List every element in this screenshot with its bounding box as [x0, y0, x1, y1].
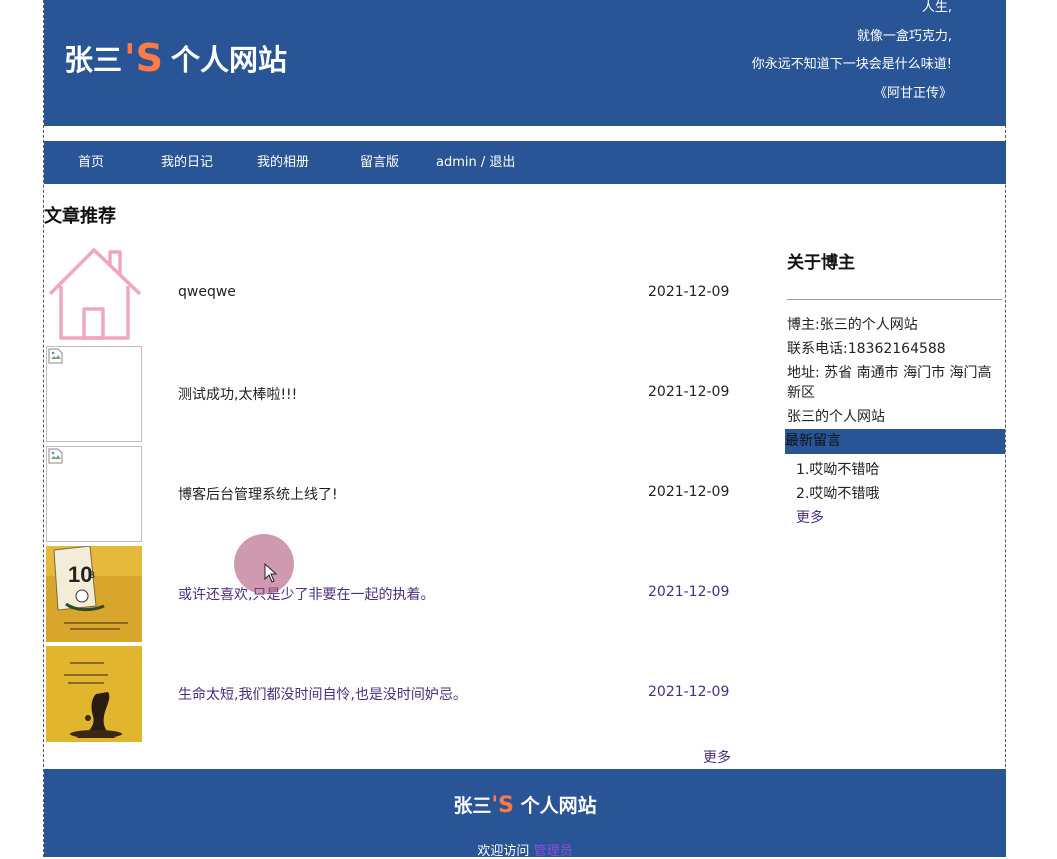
- article-date: 2021-12-09: [648, 384, 730, 400]
- footer-logo: 张三'S 个人网站: [44, 791, 1006, 818]
- article-title[interactable]: 或许还喜欢,只是少了非要在一起的执着。: [178, 584, 434, 604]
- article-date: 2021-12-09: [648, 284, 730, 300]
- article-title[interactable]: qweqwe: [178, 284, 236, 300]
- house-icon[interactable]: [46, 246, 142, 342]
- header-banner: 张三'S 个人网站 人生, 就像一盒巧克力, 你永远不知道下一块会是什么味道! 《…: [44, 0, 1006, 126]
- nav-home[interactable]: 首页: [78, 141, 104, 184]
- main-nav: 首页 我的日记 我的相册 留言版 admin / 退出: [44, 141, 1006, 184]
- site-name-info: 张三的个人网站: [787, 409, 885, 425]
- article-date: 2021-12-09: [648, 684, 730, 700]
- about-title: 关于博主: [787, 253, 855, 273]
- section-title-articles: 文章推荐: [44, 206, 116, 227]
- blogger-info: 博主:张三的个人网站: [787, 317, 918, 333]
- message-item[interactable]: 2.哎呦不错哦: [796, 483, 879, 503]
- mouse-pointer-icon: [264, 563, 278, 583]
- quote-line: 就像一盒巧克力,: [856, 28, 952, 44]
- phone-info: 联系电话:18362164588: [787, 341, 946, 357]
- article-title[interactable]: 测试成功,太棒啦!!!: [178, 384, 297, 404]
- article-row: 10 B 或许还喜欢,只是少了非要在一起的执着。 2021-12-09: [46, 545, 746, 642]
- photo-book-cover[interactable]: 10 B: [46, 545, 142, 642]
- article-row: 测试成功,太棒啦!!! 2021-12-09: [46, 346, 746, 442]
- nav-admin-logout[interactable]: admin / 退出: [436, 141, 515, 184]
- logo-apostrophe: 'S: [124, 36, 164, 80]
- latest-messages-header: 最新留言: [785, 429, 1005, 454]
- articles-more-link[interactable]: 更多: [703, 747, 731, 767]
- quote-line: 《阿甘正传》: [873, 85, 952, 101]
- footer-logo-rest: 个人网站: [520, 795, 597, 817]
- message-item[interactable]: 1.哎呦不错哈: [796, 459, 879, 479]
- footer-logo-apostrophe: 'S: [491, 793, 514, 818]
- quote-line: 人生,: [921, 0, 952, 15]
- svg-text:B: B: [89, 570, 95, 580]
- nav-diary[interactable]: 我的日记: [161, 141, 213, 184]
- article-row: 生命太短,我们都没时间自怜,也是没时间妒忌。 2021-12-09: [46, 646, 746, 742]
- logo-name: 张三: [64, 43, 123, 77]
- address-info: 地址: 苏省 南通市 海门市 海门高新区: [787, 365, 992, 401]
- footer: 张三'S 个人网站 欢迎访问 管理员: [44, 769, 1006, 859]
- messages-more-link[interactable]: 更多: [796, 507, 824, 527]
- photo-yellow-tree[interactable]: [46, 646, 142, 742]
- header-quote: 人生, 就像一盒巧克力, 你永远不知道下一块会是什么味道! 《阿甘正传》: [752, 0, 952, 108]
- article-date: 2021-12-09: [648, 484, 730, 500]
- site-logo[interactable]: 张三'S 个人网站: [64, 36, 288, 80]
- broken-image-icon[interactable]: [46, 446, 142, 542]
- article-row: 博客后台管理系统上线了! 2021-12-09: [46, 446, 746, 542]
- nav-guestbook[interactable]: 留言版: [360, 141, 399, 184]
- article-row: qweqwe 2021-12-09: [46, 246, 746, 342]
- quote-line: 你永远不知道下一块会是什么味道!: [751, 57, 952, 72]
- footer-welcome: 欢迎访问 管理员: [44, 840, 1006, 859]
- broken-image-icon[interactable]: [46, 346, 142, 442]
- sidebar-divider: [787, 299, 1002, 300]
- nav-album[interactable]: 我的相册: [257, 141, 309, 184]
- article-title[interactable]: 生命太短,我们都没时间自怜,也是没时间妒忌。: [178, 684, 467, 704]
- footer-logo-name: 张三: [453, 795, 492, 817]
- logo-rest: 个人网站: [171, 43, 288, 77]
- article-date: 2021-12-09: [648, 584, 730, 600]
- article-title[interactable]: 博客后台管理系统上线了!: [178, 484, 338, 504]
